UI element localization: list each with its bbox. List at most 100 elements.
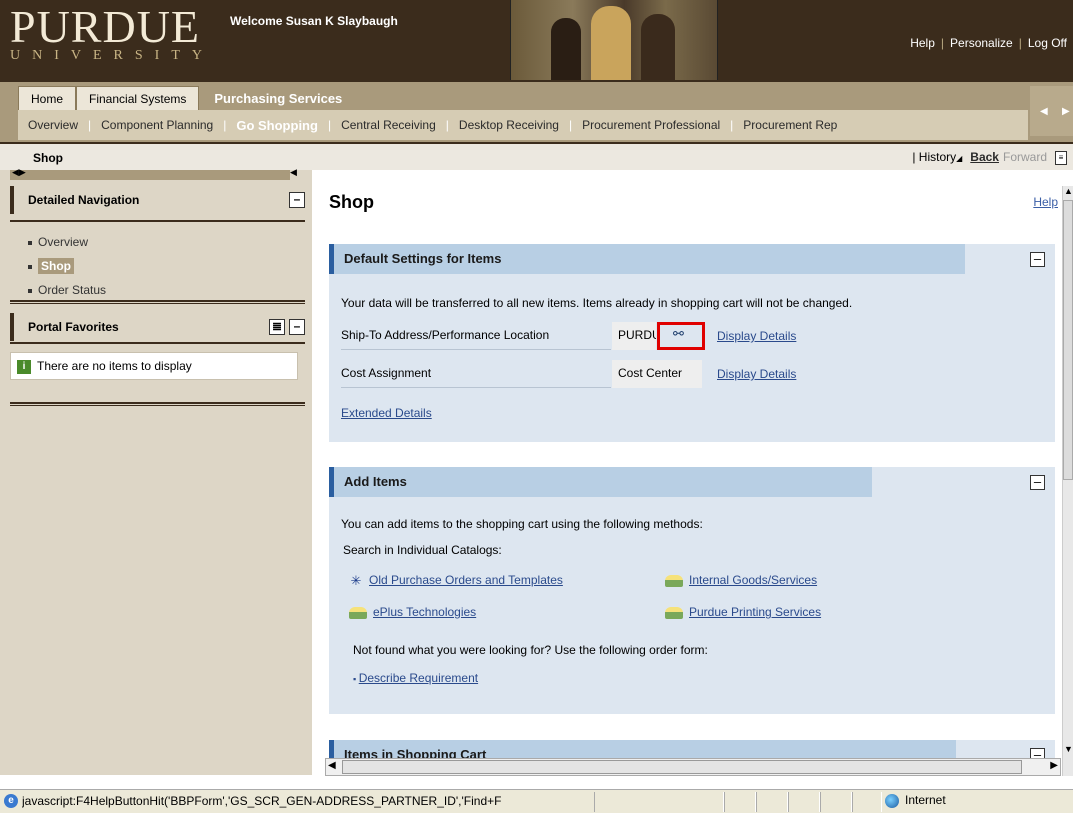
tab-home[interactable]: Home (18, 86, 77, 110)
tray-header: Add Items – (329, 467, 1055, 497)
favorites-empty-message: i There are no items to display (10, 352, 298, 380)
log-off-link[interactable]: Log Off (1028, 36, 1067, 50)
logo-sub: UNIVERSITY (10, 48, 214, 63)
subtab-procurement-rep[interactable]: Procurement Rep (733, 118, 847, 132)
scroll-left-icon[interactable]: ◀ (328, 760, 336, 771)
collapse-icon[interactable]: – (1030, 475, 1045, 490)
subtab-desktop-receiving[interactable]: Desktop Receiving (449, 118, 569, 132)
scroll-down-icon[interactable]: ▼ (1064, 744, 1073, 754)
separator: | (1018, 36, 1022, 50)
catalog-purdue-printing[interactable]: Purdue Printing Services (665, 605, 821, 619)
shop-heading: Shop (329, 192, 374, 212)
level1-tabs: Home Financial Systems Purchasing Servic… (18, 86, 358, 110)
security-zone: Internet (885, 793, 946, 808)
horizontal-scrollbar[interactable]: ◀ ▶ (325, 758, 1061, 776)
scroll-up-icon[interactable]: ▲ (1064, 186, 1073, 196)
ship-to-label: Ship-To Address/Performance Location (341, 322, 611, 350)
catalog-eplus[interactable]: ePlus Technologies (349, 605, 476, 619)
history-dropdown-icon[interactable]: ◢ (956, 154, 962, 163)
describe-requirement-item[interactable]: ▪ Describe Requirement (353, 671, 478, 685)
detailed-navigation-title: Detailed Navigation (28, 193, 140, 207)
personalize-link[interactable]: Personalize (950, 36, 1013, 50)
catalog-internal-goods[interactable]: Internal Goods/Services (665, 573, 817, 587)
purdue-logo: PURDUE UNIVERSITY (10, 4, 214, 64)
cost-display-details-link[interactable]: Display Details (717, 367, 796, 381)
minimize-icon[interactable]: – (289, 192, 305, 208)
describe-requirement-link[interactable]: Describe Requirement (359, 671, 478, 685)
catalog-link[interactable]: Purdue Printing Services (689, 605, 821, 619)
panel-resize-icon[interactable]: ◀▶ (12, 167, 26, 178)
catalog-icon (665, 606, 683, 619)
back-link[interactable]: Back (970, 150, 999, 164)
detailed-navigation-list: Overview Shop Order Status (10, 220, 305, 308)
ship-to-display-details-link[interactable]: Display Details (717, 329, 796, 343)
history-nav: | History◢ Back Forward ≡ (912, 150, 1067, 165)
divider (10, 300, 305, 304)
page-title-bar: Shop | History◢ Back Forward ≡ (0, 142, 1073, 170)
browser-icon: e (4, 794, 18, 808)
divider (10, 402, 305, 406)
status-cell (852, 792, 882, 812)
left-panel: ◀▶ ◀ Detailed Navigation – Overview Shop… (0, 167, 312, 775)
separator: | (940, 36, 945, 50)
ship-to-value[interactable]: PURDUE (612, 322, 656, 350)
tab-financial-systems[interactable]: Financial Systems (76, 86, 200, 110)
vertical-scrollbar[interactable]: ▲ ▼ (1062, 186, 1073, 776)
forward-link[interactable]: Forward (1003, 150, 1047, 164)
portal-header: PURDUE UNIVERSITY Welcome Susan K Slayba… (0, 0, 1073, 82)
help-link[interactable]: Help (1033, 195, 1058, 209)
favorites-menu-icon[interactable]: ≣ (269, 319, 285, 335)
tray-header: Default Settings for Items – (329, 244, 1055, 274)
history-menu[interactable]: History (919, 150, 956, 164)
globe-icon (885, 793, 899, 808)
cost-assignment-value: Cost Center (612, 360, 702, 388)
photo-figure-center (591, 6, 631, 80)
minimize-icon[interactable]: – (289, 319, 305, 335)
scroll-thumb[interactable] (342, 760, 1022, 774)
scroll-left-icon[interactable]: ◀ (1040, 106, 1048, 117)
status-text: javascript:F4HelpButtonHit('BBPForm','GS… (22, 794, 502, 808)
page-menu-icon[interactable]: ≡ (1055, 150, 1067, 165)
scroll-right-icon[interactable]: ▶ (1050, 760, 1058, 771)
collapse-icon[interactable]: – (1030, 252, 1045, 267)
subtab-go-shopping[interactable]: Go Shopping (226, 118, 328, 133)
photo-figure-right (641, 14, 675, 80)
scroll-right-icon[interactable]: ▶ (1062, 106, 1070, 117)
nav-item-order-status[interactable]: Order Status (28, 278, 305, 302)
nav-item-overview[interactable]: Overview (28, 230, 305, 254)
default-settings-tray: Default Settings for Items – Your data w… (329, 244, 1055, 442)
help-link[interactable]: Help (910, 36, 935, 50)
header-links: Help | Personalize | Log Off (910, 36, 1067, 50)
subtab-overview[interactable]: Overview (18, 118, 88, 132)
default-settings-note: Your data will be transferred to all new… (341, 296, 853, 310)
zone-text: Internet (905, 793, 946, 807)
catalog-icon (349, 606, 367, 619)
catalog-old-purchase-orders[interactable]: ✳ Old Purchase Orders and Templates (349, 573, 563, 588)
shopping-cart-tray: Items in Shopping Cart – (329, 740, 1055, 760)
scroll-thumb[interactable] (1063, 200, 1073, 480)
subtab-central-receiving[interactable]: Central Receiving (331, 118, 446, 132)
status-cell (724, 792, 756, 812)
default-settings-title: Default Settings for Items (329, 244, 965, 274)
catalog-link[interactable]: Old Purchase Orders and Templates (369, 573, 563, 587)
catalog-link[interactable]: Internal Goods/Services (689, 573, 817, 587)
status-cell (756, 792, 788, 812)
status-cell (820, 792, 852, 812)
catalog-icon (665, 574, 683, 587)
portal-favorites-header: Portal Favorites ≣ – (10, 313, 305, 341)
add-items-title: Add Items (329, 467, 872, 497)
search-catalogs-label: Search in Individual Catalogs: (343, 543, 502, 557)
bullet-icon (28, 264, 32, 269)
catalog-link[interactable]: ePlus Technologies (373, 605, 476, 619)
logo-main: PURDUE (10, 1, 201, 52)
level2-tabs: Overview | Component Planning | Go Shoppin… (18, 110, 1028, 140)
tray-header: Items in Shopping Cart – (329, 740, 1055, 760)
subtab-procurement-professional[interactable]: Procurement Professional (572, 118, 730, 132)
subtab-component-planning[interactable]: Component Planning (91, 118, 223, 132)
extended-details-link[interactable]: Extended Details (341, 406, 432, 420)
nav-item-shop[interactable]: Shop (28, 254, 305, 278)
header-photo (510, 0, 718, 80)
info-icon: i (17, 359, 31, 374)
tab-purchasing-services[interactable]: Purchasing Services (199, 86, 358, 110)
panel-collapse-icon[interactable]: ◀ (290, 167, 297, 178)
